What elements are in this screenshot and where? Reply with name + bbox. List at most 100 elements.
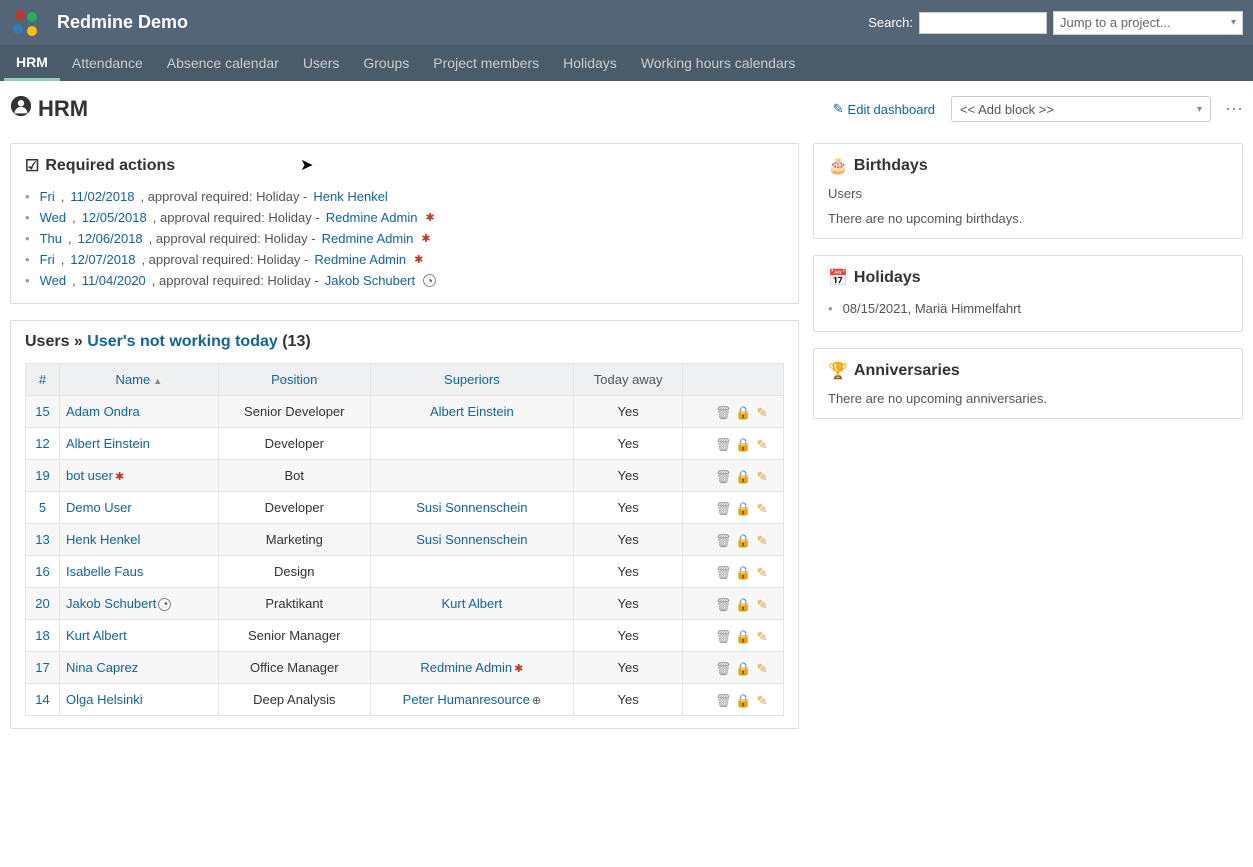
row-id-link[interactable]: 20 [35,596,49,611]
lock-icon[interactable]: 🔒 [735,501,749,515]
nav-absence-calendar[interactable]: Absence calendar [155,47,291,79]
nav-groups[interactable]: Groups [351,47,421,79]
lock-icon[interactable]: 🔒 [735,469,749,483]
delete-icon[interactable]: 🗑 [715,501,729,515]
row-name-link[interactable]: Henk Henkel [66,532,140,547]
action-user-link[interactable]: Redmine Admin [322,231,414,246]
edit-icon[interactable]: ✎ [755,437,769,451]
nav-users[interactable]: Users [291,47,352,79]
delete-icon[interactable]: 🗑 [715,469,729,483]
action-day-link[interactable]: Fri [40,252,55,267]
delete-icon[interactable]: 🗑 [715,629,729,643]
action-date-link[interactable]: 11/02/2018 [70,189,134,204]
row-name-link[interactable]: Jakob Schubert [66,596,156,611]
nav-hrm[interactable]: HRM [4,46,60,81]
row-id-link[interactable]: 5 [39,500,46,515]
superior-link[interactable]: Albert Einstein [430,404,514,419]
col-id[interactable]: # [26,364,60,396]
row-id-link[interactable]: 16 [35,564,49,579]
lock-icon[interactable]: 🔒 [735,629,749,643]
table-row: 5 Demo User Developer Susi Sonnenschein … [26,492,784,524]
edit-icon[interactable]: ✎ [755,533,769,547]
edit-icon[interactable]: ✎ [755,405,769,419]
search-input[interactable] [919,12,1047,34]
superior-link[interactable]: Susi Sonnenschein [416,500,527,515]
app-logo[interactable] [10,7,42,39]
row-name-link[interactable]: Isabelle Faus [66,564,143,579]
col-superiors[interactable]: Superiors [370,364,573,396]
superior-link[interactable]: Kurt Albert [442,596,503,611]
nav-holidays[interactable]: Holidays [551,47,629,79]
row-name-link[interactable]: Olga Helsinki [66,692,143,707]
delete-icon[interactable]: 🗑 [715,597,729,611]
lock-icon[interactable]: 🔒 [735,533,749,547]
edit-icon[interactable]: ✎ [755,565,769,579]
edit-icon[interactable]: ✎ [755,469,769,483]
action-date-link[interactable]: 12/07/2018 [70,252,135,267]
row-id-link[interactable]: 13 [35,532,49,547]
row-id-link[interactable]: 15 [35,404,49,419]
required-action-item: Wed, 11/04/2020, approval required: Holi… [25,270,784,291]
row-name-link[interactable]: Nina Caprez [66,660,138,675]
edit-dashboard-link[interactable]: ✎ Edit dashboard [833,101,935,117]
row-name-link[interactable]: Adam Ondra [66,404,140,419]
holiday-item: 08/15/2021, Mariä Himmelfahrt [828,298,1228,319]
row-id-link[interactable]: 12 [35,436,49,451]
action-day-link[interactable]: Wed [40,273,67,288]
birthdays-panel: 🎂Birthdays Users There are no upcoming b… [813,143,1243,239]
delete-icon[interactable]: 🗑 [715,405,729,419]
edit-icon[interactable]: ✎ [755,501,769,515]
users-not-working-link[interactable]: User's not working today [87,333,278,350]
action-user-link[interactable]: Jakob Schubert [325,273,415,288]
superior-link[interactable]: Redmine Admin [420,660,512,675]
clock-icon: ◔ [158,598,171,611]
nav-project-members[interactable]: Project members [421,47,551,79]
project-jump-select[interactable]: Jump to a project... ▾ [1053,11,1243,35]
action-day-link[interactable]: Fri [40,189,55,204]
add-block-select[interactable]: << Add block >> ▾ [951,96,1211,122]
action-user-link[interactable]: Henk Henkel [313,189,387,204]
action-user-link[interactable]: Redmine Admin [326,210,418,225]
app-title: Redmine Demo [57,12,868,33]
delete-icon[interactable]: 🗑 [715,437,729,451]
row-id-link[interactable]: 18 [35,628,49,643]
row-name-link[interactable]: bot user [66,468,113,483]
table-row: 18 Kurt Albert Senior Manager Yes 🗑 🔒 ✎ [26,620,784,652]
lock-icon[interactable]: 🔒 [735,437,749,451]
action-day-link[interactable]: Thu [40,231,62,246]
project-jump-label: Jump to a project... [1060,15,1171,30]
lock-icon[interactable]: 🔒 [735,693,749,707]
nav-working-hours-calendars[interactable]: Working hours calendars [629,47,808,79]
more-menu-icon[interactable]: ⋯ [1225,99,1243,120]
row-away: Yes [573,460,683,492]
action-date-link[interactable]: 11/04/2020 [82,273,146,288]
delete-icon[interactable]: 🗑 [715,565,729,579]
action-user-link[interactable]: Redmine Admin [314,252,406,267]
row-id-link[interactable]: 17 [35,660,49,675]
delete-icon[interactable]: 🗑 [715,693,729,707]
edit-icon[interactable]: ✎ [755,597,769,611]
superior-link[interactable]: Peter Humanresource [403,692,530,707]
delete-icon[interactable]: 🗑 [715,533,729,547]
action-date-link[interactable]: 12/06/2018 [78,231,143,246]
row-superior [370,460,573,492]
lock-icon[interactable]: 🔒 [735,405,749,419]
edit-icon[interactable]: ✎ [755,629,769,643]
col-name[interactable]: Name▲ [60,364,219,396]
row-name-link[interactable]: Albert Einstein [66,436,150,451]
edit-icon[interactable]: ✎ [755,693,769,707]
col-position[interactable]: Position [218,364,370,396]
lock-icon[interactable]: 🔒 [735,661,749,675]
row-name-link[interactable]: Kurt Albert [66,628,127,643]
lock-icon[interactable]: 🔒 [735,565,749,579]
edit-icon[interactable]: ✎ [755,661,769,675]
row-id-link[interactable]: 14 [35,692,49,707]
lock-icon[interactable]: 🔒 [735,597,749,611]
row-id-link[interactable]: 19 [35,468,49,483]
superior-link[interactable]: Susi Sonnenschein [416,532,527,547]
delete-icon[interactable]: 🗑 [715,661,729,675]
action-date-link[interactable]: 12/05/2018 [82,210,147,225]
nav-attendance[interactable]: Attendance [60,47,155,79]
action-day-link[interactable]: Wed [40,210,67,225]
row-name-link[interactable]: Demo User [66,500,132,515]
